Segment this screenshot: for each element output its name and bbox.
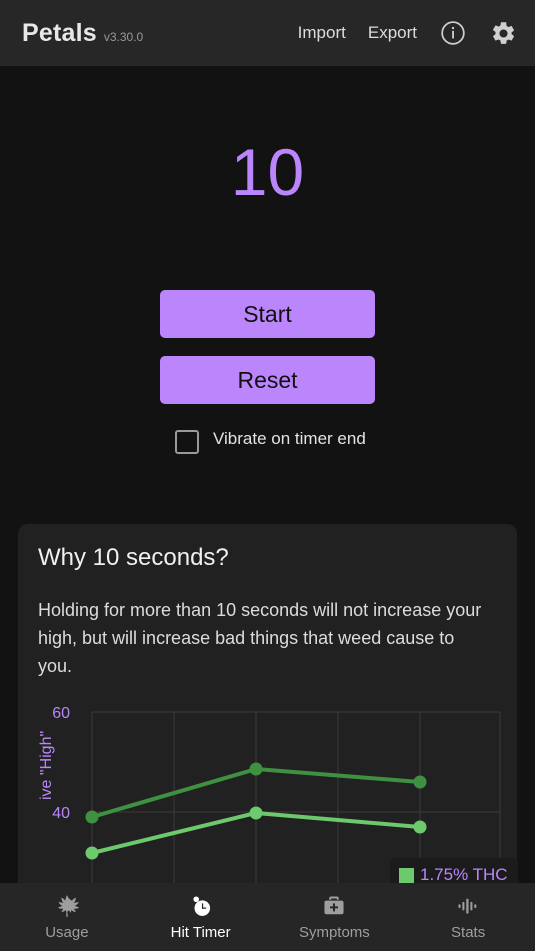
ytick-label-40: 40 — [52, 805, 70, 822]
series-lower-point — [413, 820, 427, 834]
vibrate-setting-row: Vibrate on timer end — [175, 426, 425, 454]
chart-y-axis-label: ive "High" — [38, 730, 55, 800]
vibrate-label: Vibrate on timer end — [213, 429, 366, 448]
nav-label-hit-timer: Hit Timer — [170, 924, 231, 941]
nav-label-symptoms: Symptoms — [298, 924, 370, 941]
series-lower-point — [85, 846, 99, 860]
nav-item-symptoms[interactable]: Symptoms — [268, 883, 402, 951]
app-title: Petals — [22, 18, 97, 47]
series-upper-point — [413, 775, 427, 789]
gear-icon[interactable] — [489, 19, 517, 47]
nav-label-usage: Usage — [45, 924, 89, 941]
export-button[interactable]: Export — [368, 23, 417, 43]
vibrate-checkbox[interactable] — [175, 430, 199, 454]
cannabis-leaf-icon — [54, 893, 80, 919]
series-lower-point — [249, 806, 263, 820]
info-card: Why 10 seconds? Holding for more than 10… — [18, 524, 517, 913]
timer-display: 10 — [230, 135, 305, 209]
header-actions: Import Export — [298, 19, 517, 47]
legend-swatch-thc — [399, 867, 414, 883]
app-header: Petals v3.30.0 Import Export — [0, 0, 535, 66]
brand: Petals v3.30.0 — [22, 19, 143, 48]
info-circle-icon[interactable] — [439, 19, 467, 47]
start-button[interactable]: Start — [160, 290, 375, 338]
stopwatch-icon — [188, 893, 214, 919]
nav-item-hit-timer[interactable]: Hit Timer — [134, 883, 268, 951]
waveform-icon — [455, 893, 481, 919]
app-version: v3.30.0 — [103, 29, 144, 44]
legend-label-thc: 1.75% THC — [420, 865, 508, 884]
series-upper-point — [249, 762, 263, 776]
ytick-label-60: 60 — [52, 705, 70, 722]
nav-item-stats[interactable]: Stats — [401, 883, 535, 951]
bottom-navigation: Usage Hit Timer Symptoms Stats — [0, 883, 535, 951]
series-upper-point — [85, 810, 99, 824]
app-root: Petals v3.30.0 Import Export 10 Start Re… — [0, 0, 535, 951]
nav-label-stats: Stats — [451, 924, 486, 941]
card-title: Why 10 seconds? — [38, 544, 229, 571]
card-body-text: Holding for more than 10 seconds will no… — [38, 600, 482, 676]
medical-bag-icon — [321, 893, 347, 919]
import-button[interactable]: Import — [298, 23, 346, 43]
reset-button[interactable]: Reset — [160, 356, 375, 404]
nav-item-usage[interactable]: Usage — [0, 883, 134, 951]
